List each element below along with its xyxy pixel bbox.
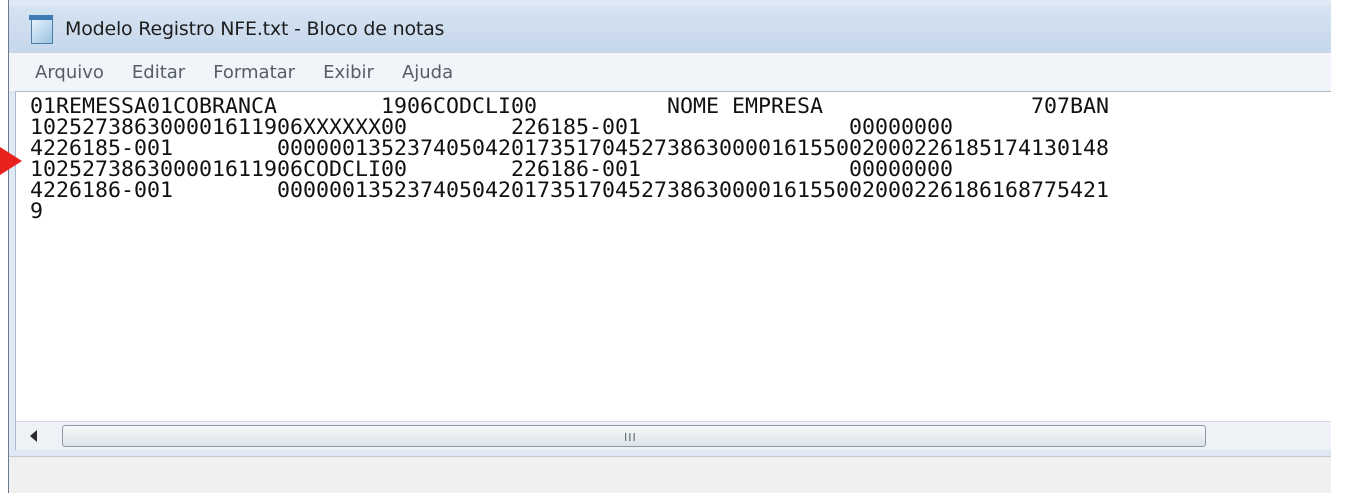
- editor-line: 102527386300001611906XXXXXX00 226185-001…: [30, 115, 954, 140]
- status-bar: [9, 456, 1331, 493]
- editor-line: 01REMESSA01COBRANCA 1906CODCLI00 NOME EM…: [30, 94, 1110, 119]
- menu-formatar[interactable]: Formatar: [213, 62, 295, 83]
- window-title: Modelo Registro NFE.txt - Bloco de notas: [65, 18, 445, 40]
- notepad-window: Modelo Registro NFE.txt - Bloco de notas…: [8, 0, 1331, 493]
- horizontal-scrollbar[interactable]: III: [15, 421, 1331, 450]
- text-editor[interactable]: 01REMESSA01COBRANCA 1906CODCLI00 NOME EM…: [15, 91, 1331, 422]
- title-bar[interactable]: Modelo Registro NFE.txt - Bloco de notas: [9, 6, 1331, 52]
- scroll-grip: III: [624, 431, 637, 444]
- menu-exibir[interactable]: Exibir: [323, 62, 374, 83]
- editor-line: 4226186-001 0000001352374050420173517045…: [30, 178, 1110, 203]
- menu-ajuda[interactable]: Ajuda: [402, 62, 453, 83]
- red-arrow-marker-icon: [0, 147, 22, 175]
- notepad-icon-spine: [29, 15, 53, 20]
- menu-bar: Arquivo Editar Formatar Exibir Ajuda: [9, 52, 1331, 91]
- notepad-icon-page: [31, 17, 53, 44]
- menu-arquivo[interactable]: Arquivo: [35, 62, 104, 83]
- menu-editar[interactable]: Editar: [132, 62, 185, 83]
- scroll-thumb[interactable]: III: [62, 425, 1206, 447]
- notepad-icon: [27, 14, 55, 44]
- editor-line: 4226185-001 0000001352374050420173517045…: [30, 136, 1110, 161]
- editor-line: 9: [30, 199, 44, 224]
- editor-content[interactable]: 01REMESSA01COBRANCA 1906CODCLI00 NOME EM…: [16, 92, 1331, 224]
- scroll-left-arrow-icon[interactable]: [30, 430, 37, 442]
- editor-line: 102527386300001611906CODCLI00 226186-001…: [30, 157, 954, 182]
